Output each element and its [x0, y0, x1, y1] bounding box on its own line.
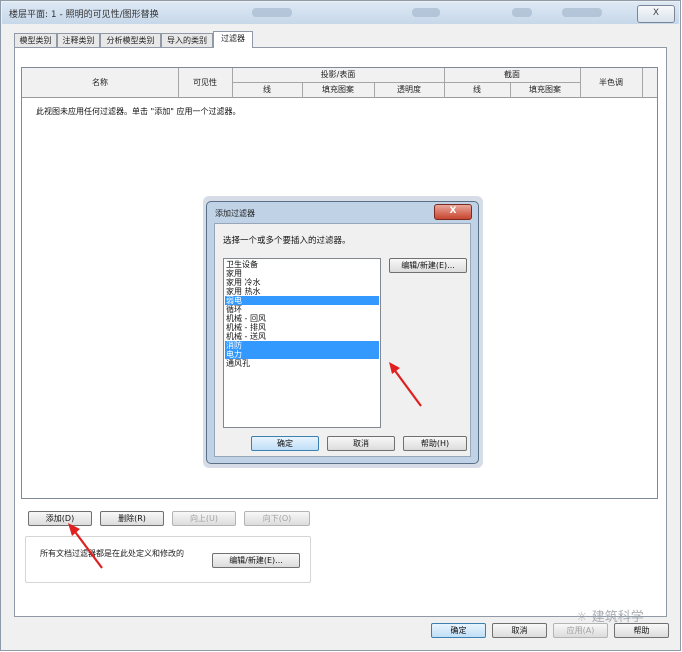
ok-button[interactable]: 确定 [431, 623, 486, 638]
cancel-button[interactable]: 取消 [492, 623, 547, 638]
list-item-selected[interactable]: 电力 [225, 350, 379, 359]
add-filter-dialog: 添加过滤器 X 选择一个或多个要插入的过滤器。 卫生设备 家用 家用 冷水 家用… [206, 201, 479, 464]
list-item[interactable]: 家用 冷水 [225, 278, 379, 287]
column-divider [232, 68, 233, 98]
dialog-prompt: 选择一个或多个要插入的过滤器。 [223, 236, 351, 246]
dialog-body: 选择一个或多个要插入的过滤器。 卫生设备 家用 家用 冷水 家用 热水 弱电 循… [214, 223, 471, 457]
delete-filter-button[interactable]: 删除(R) [100, 511, 164, 526]
filter-definition-note: 所有文档过滤器都是在此处定义和修改的 [40, 549, 184, 558]
move-up-button[interactable]: 向上(U) [172, 511, 236, 526]
column-divider [374, 83, 375, 98]
watermark: ☼ 建筑科学 [576, 606, 644, 625]
annotation-arrow-icon [389, 362, 422, 407]
dialog-close-icon[interactable]: X [434, 204, 472, 220]
dialog-title: 添加过滤器 [215, 209, 255, 218]
tab-model-categories[interactable]: 模型类别 [14, 33, 57, 47]
column-divider [178, 68, 179, 98]
column-group-cut: 截面 [504, 70, 520, 79]
list-item[interactable]: 循环 [225, 305, 379, 314]
column-header-cut-fill[interactable]: 填充图案 [510, 83, 580, 97]
empty-table-message: 此视图未应用任何过滤器。单击 "添加" 应用一个过滤器。 [36, 107, 241, 116]
tab-imported-categories[interactable]: 导入的类别 [161, 33, 213, 47]
column-header-transparency[interactable]: 透明度 [374, 83, 444, 97]
edit-new-filter-button[interactable]: 编辑/新建(E)... [212, 553, 300, 568]
dialog-help-button[interactable]: 帮助(H) [403, 436, 467, 451]
watermark-text: 建筑科学 [591, 610, 644, 625]
column-header-name[interactable]: 名称 [22, 76, 178, 90]
column-divider [580, 68, 581, 98]
list-item[interactable]: 家用 [225, 269, 379, 278]
column-header-projection-fill[interactable]: 填充图案 [302, 83, 374, 97]
filter-listbox[interactable]: 卫生设备 家用 家用 冷水 家用 热水 弱电 循环 机械 - 回风 机械 - 排… [223, 258, 381, 428]
close-icon[interactable]: X [637, 5, 675, 23]
dialog-cancel-button[interactable]: 取消 [327, 436, 395, 451]
help-button[interactable]: 帮助 [614, 623, 669, 638]
blurred-title-region [252, 8, 292, 17]
list-item[interactable]: 卫生设备 [225, 260, 379, 269]
column-header-visibility[interactable]: 可见性 [178, 76, 232, 90]
window-titlebar: 楼层平面: 1 - 照明的可见性/图形替换 X [2, 2, 679, 24]
list-item-selected[interactable]: 弱电 [225, 296, 379, 305]
list-item[interactable]: 通风孔 [225, 359, 379, 368]
tab-analytical-model-categories[interactable]: 分析模型类别 [100, 33, 161, 47]
window-title: 楼层平面: 1 - 照明的可见性/图形替换 [9, 10, 159, 20]
dialog-edit-new-button[interactable]: 编辑/新建(E)... [389, 258, 467, 273]
list-item[interactable]: 机械 - 送风 [225, 332, 379, 341]
dialog-ok-button[interactable]: 确定 [251, 436, 319, 451]
list-item[interactable]: 机械 - 排风 [225, 323, 379, 332]
annotation-arrow-icon [68, 523, 103, 569]
blurred-title-region [412, 8, 440, 17]
column-divider [444, 68, 445, 98]
column-header-halftone[interactable]: 半色调 [580, 76, 642, 90]
watermark-logo-icon: ☼ [576, 610, 592, 625]
blurred-title-region [512, 8, 532, 17]
list-item-selected[interactable]: 消防 [225, 341, 379, 350]
column-group-projection: 投影/表面 [320, 70, 356, 79]
tab-annotation-categories[interactable]: 注释类别 [57, 33, 100, 47]
list-item[interactable]: 家用 热水 [225, 287, 379, 296]
column-divider [642, 68, 643, 98]
column-divider [510, 83, 511, 98]
move-down-button[interactable]: 向下(O) [244, 511, 310, 526]
column-header-projection-line[interactable]: 线 [232, 83, 302, 97]
header-row-divider [232, 82, 580, 83]
column-header-cut-line[interactable]: 线 [444, 83, 510, 97]
apply-button[interactable]: 应用(A) [553, 623, 608, 638]
blurred-title-region [562, 8, 602, 17]
table-header: 名称 可见性 投影/表面 截面 半色调 线 填充图案 透明度 线 填充图案 [22, 68, 657, 98]
column-divider [302, 83, 303, 98]
list-item[interactable]: 机械 - 回风 [225, 314, 379, 323]
tab-filters[interactable]: 过滤器 [213, 31, 253, 48]
